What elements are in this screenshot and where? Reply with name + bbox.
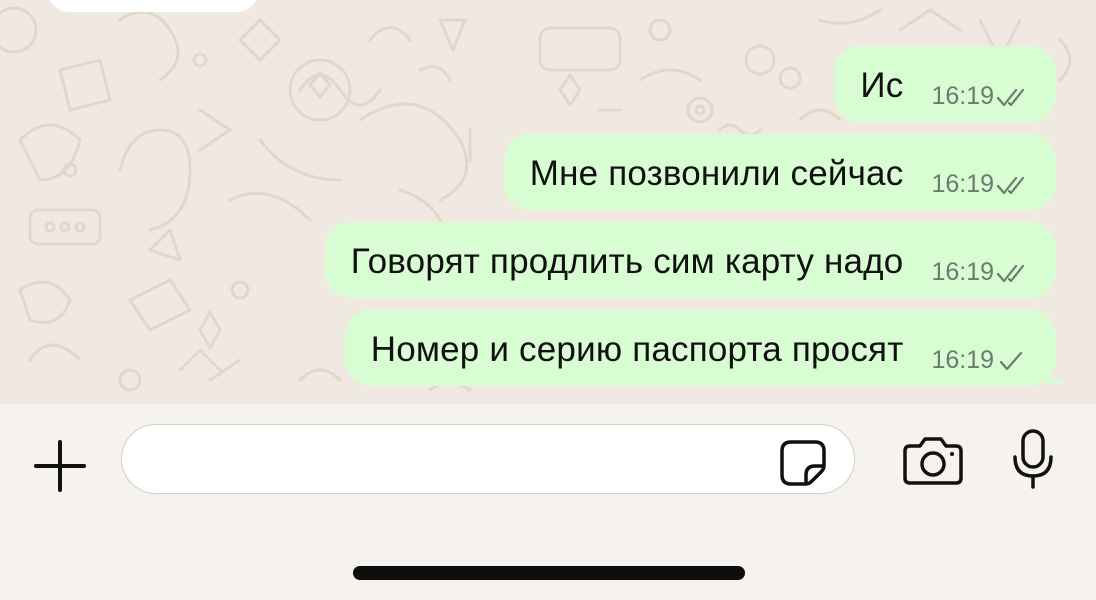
chat-screen: Ис 16:19 Мне позвонили сейчас 16:19 Гово… [0,0,1096,600]
camera-icon[interactable] [902,434,964,486]
message-list[interactable]: Ис 16:19 Мне позвонили сейчас 16:19 Гово… [0,0,1096,404]
single-check-icon [999,351,1023,370]
message-time: 16:19 [931,170,994,198]
message-time: 16:19 [931,346,994,374]
outgoing-message-bubble[interactable]: Номер и серию паспорта просят 16:19 [344,310,1056,386]
sticker-icon[interactable] [778,438,828,488]
message-text: Ис [860,66,904,105]
message-meta: 16:19 [931,84,1030,109]
composer-bar [0,404,1096,600]
message-time: 16:19 [931,82,994,110]
double-check-icon [996,264,1025,282]
double-check-icon [996,176,1025,194]
outgoing-message-bubble[interactable]: Говорят продлить сим карту надо 16:19 [324,222,1056,298]
incoming-message-bubble-partial [48,0,258,12]
message-meta: 16:19 [931,172,1030,197]
microphone-icon[interactable] [1012,428,1054,490]
home-indicator[interactable] [353,566,745,580]
message-text: Номер и серию паспорта просят [370,330,904,369]
message-input[interactable] [121,424,855,494]
plus-icon[interactable] [32,438,88,494]
message-meta: 16:19 [931,260,1030,285]
message-text: Говорят продлить сим карту надо [350,242,904,281]
message-time: 16:19 [931,258,994,286]
message-text: Мне позвонили сейчас [529,154,904,193]
outgoing-message-bubble[interactable]: Мне позвонили сейчас 16:19 [503,134,1056,210]
bubble-tail [1040,358,1068,384]
message-meta: 16:19 [931,348,1030,373]
outgoing-message-bubble[interactable]: Ис 16:19 [834,46,1056,122]
double-check-icon [996,88,1025,106]
